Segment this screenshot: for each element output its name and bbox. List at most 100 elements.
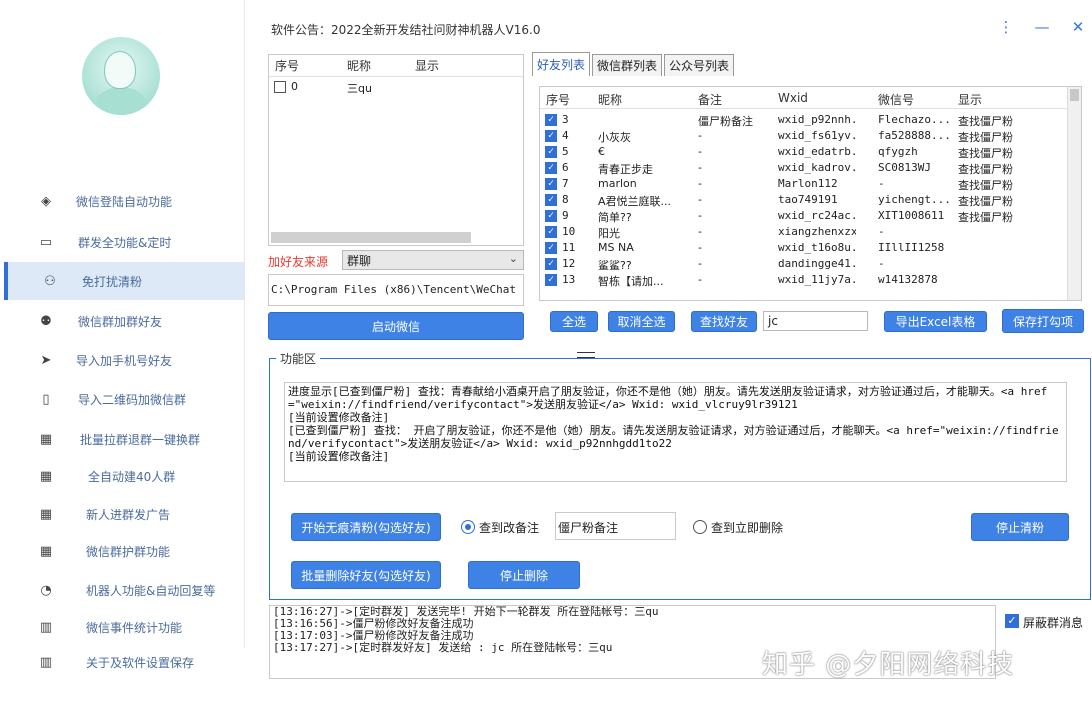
friend-wechat-id: qfygzh — [878, 145, 918, 158]
col-name: 昵称 — [598, 93, 623, 107]
row-checkbox[interactable]: ✓ — [545, 242, 557, 254]
friends-table-scrollbar[interactable] — [1067, 87, 1081, 300]
sidebar-item-11[interactable]: ▥ 微信事件统计功能 — [4, 608, 244, 646]
row-checkbox[interactable]: ✓ — [545, 114, 557, 126]
minimize-icon[interactable]: — — [1033, 18, 1051, 36]
account-list-scrollbar[interactable] — [271, 232, 471, 243]
avatar[interactable] — [82, 37, 160, 115]
table-row[interactable]: ✓ 7 marlon - Marlon112 - 查找僵尸粉 — [540, 176, 1068, 192]
close-icon[interactable]: ✕ — [1069, 18, 1087, 36]
account-checkbox[interactable] — [274, 81, 286, 93]
launch-wechat-button[interactable]: 启动微信 — [268, 312, 524, 340]
note-input[interactable]: 僵尸粉备注 — [555, 512, 676, 540]
table-row[interactable]: ✓ 10 阳光 - xiangzhenxzxz - — [540, 224, 1068, 240]
splitter-handle[interactable] — [577, 352, 595, 358]
table-row[interactable]: ✓ 3 僵尸粉备注 wxid_p92nnh... Flechazo... 查找僵尸粉 — [540, 112, 1068, 128]
sidebar-item-6[interactable]: ▦ 批量拉群退群一键换群 — [4, 420, 244, 458]
row-checkbox[interactable]: ✓ — [545, 146, 557, 158]
chevron-down-icon[interactable]: ⌄ — [509, 252, 518, 265]
sidebar-item-1[interactable]: ▭ 群发全功能&定时 — [4, 223, 244, 261]
mask-group-label: 屏蔽群消息 — [1023, 616, 1084, 630]
deselect-all-button[interactable]: 取消全选 — [608, 311, 675, 332]
table-row[interactable]: ✓ 12 鲨鲨?? - dandingge41... - — [540, 256, 1068, 272]
sidebar-item-8[interactable]: ▦ 新人进群发广告 — [4, 495, 244, 533]
sidebar-item-2[interactable]: ⚇ 免打扰清粉 — [4, 262, 244, 300]
search-input[interactable]: jc — [763, 311, 868, 331]
select-all-button[interactable]: 全选 — [550, 311, 598, 332]
progress-log-line: [已查到僵尸粉] 查找： 开启了朋友验证，你还不是他（她）朋友。请先发送朋友验证… — [288, 424, 1059, 450]
save-checked-button[interactable]: 保存打勾项 — [1002, 309, 1084, 333]
list-tabs: 好友列表 微信群列表 公众号列表 — [532, 52, 736, 76]
stop-clean-button[interactable]: 停止清粉 — [971, 513, 1069, 541]
row-checkbox[interactable]: ✓ — [545, 258, 557, 270]
sidebar-item-9[interactable]: ▦ 微信群护群功能 — [4, 532, 244, 570]
start-clean-button[interactable]: 开始无痕清粉(勾选好友) — [291, 513, 441, 541]
friend-name: marlon — [598, 177, 637, 190]
table-row[interactable]: ✓ 11 MS NA - wxid_t16o8u... IIllII1258 — [540, 240, 1068, 256]
col-name: 昵称 — [347, 59, 372, 73]
tab-groups[interactable]: 微信群列表 — [592, 54, 663, 76]
friend-display: 查找僵尸粉 — [958, 211, 1013, 224]
table-row[interactable]: ✓ 8 A君悦兰庭联... - tao749191 yichengt... 查找僵尸粉 — [540, 192, 1068, 208]
batch-delete-button[interactable]: 批量删除好友(勾选好友) — [291, 561, 441, 589]
note-on-found-radio[interactable] — [461, 520, 475, 534]
stop-delete-button[interactable]: 停止删除 — [468, 561, 580, 589]
source-select-value: 群聊 — [347, 253, 372, 268]
sidebar-item-label: 免打扰清粉 — [82, 274, 143, 289]
table-row[interactable]: ✓ 5 € - wxid_edatrb... qfygzh 查找僵尸粉 — [540, 144, 1068, 160]
app-window: ◈ 微信登陆自动功能 ▭ 群发全功能&定时 ⚇ 免打扰清粉 ⚉ 微信群加群好友 ➤ 导入加手机号好… — [0, 0, 1092, 707]
account-name: 三qu — [347, 82, 372, 95]
friend-wxid: wxid_kadrov... — [778, 161, 856, 174]
table-row[interactable]: ✓ 6 青春正步走 - wxid_kadrov... SC0813WJ 查找僵尸粉 — [540, 160, 1068, 176]
function-area-title: 功能区 — [276, 350, 321, 367]
friend-wechat-id: XIT1008611 — [878, 209, 945, 222]
friends-table-header: 序号 昵称 备注 Wxid 微信号 显示 — [540, 87, 1068, 109]
col-index: 序号 — [275, 59, 300, 73]
row-checkbox[interactable]: ✓ — [545, 178, 557, 190]
friend-name: 鲨鲨?? — [598, 259, 632, 272]
table-row[interactable]: ✓ 13 智栋【请加... - wxid_11jy7a... w14132878 — [540, 272, 1068, 288]
friend-wechat-id: - — [878, 177, 885, 190]
row-checkbox[interactable]: ✓ — [545, 162, 557, 174]
friend-wechat-id: Flechazo... — [878, 113, 951, 126]
wechat-path-field[interactable]: C:\Program Files (x86)\Tencent\WeChat — [268, 274, 524, 306]
sidebar-item-label: 导入加手机号好友 — [76, 353, 173, 368]
account-list: 序号 昵称 显示 0 三qu — [268, 54, 524, 246]
friend-wxid: wxid_t16o8u... — [778, 241, 856, 254]
friend-name: MS NA — [598, 241, 634, 254]
user-icon: ⚇ — [44, 273, 56, 289]
table-row[interactable]: ✓ 4 小灰灰 - wxid_fs61yv... fa528888... 查找僵尸粉 — [540, 128, 1068, 144]
row-checkbox[interactable]: ✓ — [545, 210, 557, 222]
sidebar-item-7[interactable]: ▦ 全自动建40人群 — [4, 457, 244, 495]
grid-icon: ▦ — [39, 506, 53, 522]
friend-index: 8 — [562, 193, 569, 206]
sidebar-item-3[interactable]: ⚉ 微信群加群好友 — [4, 302, 244, 340]
more-vertical-icon[interactable]: ⋮ — [997, 18, 1015, 36]
row-checkbox[interactable]: ✓ — [545, 130, 557, 142]
progress-log[interactable]: 进度显示[已查到僵尸粉] 查找：青春献给小酒桌开启了朋友验证，你还不是他（她）朋… — [284, 382, 1067, 482]
tab-friends[interactable]: 好友列表 — [532, 52, 591, 76]
sidebar-item-12[interactable]: ▥ 关于及软件设置保存 — [4, 643, 244, 681]
sidebar-item-10[interactable]: ◔ 机器人功能&自动回复等 — [4, 571, 244, 609]
sidebar-item-4[interactable]: ➤ 导入加手机号好友 — [4, 341, 244, 379]
friend-display: 查找僵尸粉 — [958, 195, 1013, 208]
friend-name: 阳光 — [598, 227, 620, 240]
friend-note: - — [698, 145, 702, 158]
table-row[interactable]: ✓ 9 简单?? - wxid_rc24ac... XIT1008611 查找僵尸粉 — [540, 208, 1068, 224]
row-checkbox[interactable]: ✓ — [545, 226, 557, 238]
account-row[interactable]: 0 三qu — [269, 79, 523, 95]
friend-wechat-id: IIllII1258 — [878, 241, 945, 254]
row-checkbox[interactable]: ✓ — [545, 274, 557, 286]
sidebar-item-5[interactable]: ▯ 导入二维码加微信群 — [4, 380, 244, 418]
friend-name: 小灰灰 — [598, 131, 631, 144]
mask-group-checkbox[interactable]: ✓ — [1005, 614, 1019, 628]
grid-icon: ▦ — [39, 543, 53, 559]
delete-on-found-radio[interactable] — [693, 520, 707, 534]
find-friend-button[interactable]: 查找好友 — [691, 311, 757, 332]
row-checkbox[interactable]: ✓ — [545, 194, 557, 206]
source-select[interactable]: 群聊 ⌄ — [342, 250, 524, 270]
export-excel-button[interactable]: 导出Excel表格 — [884, 311, 987, 332]
tab-official-accounts[interactable]: 公众号列表 — [664, 54, 735, 76]
sidebar-item-0[interactable]: ◈ 微信登陆自动功能 — [4, 182, 244, 220]
sidebar-item-label: 微信群护群功能 — [86, 544, 171, 559]
